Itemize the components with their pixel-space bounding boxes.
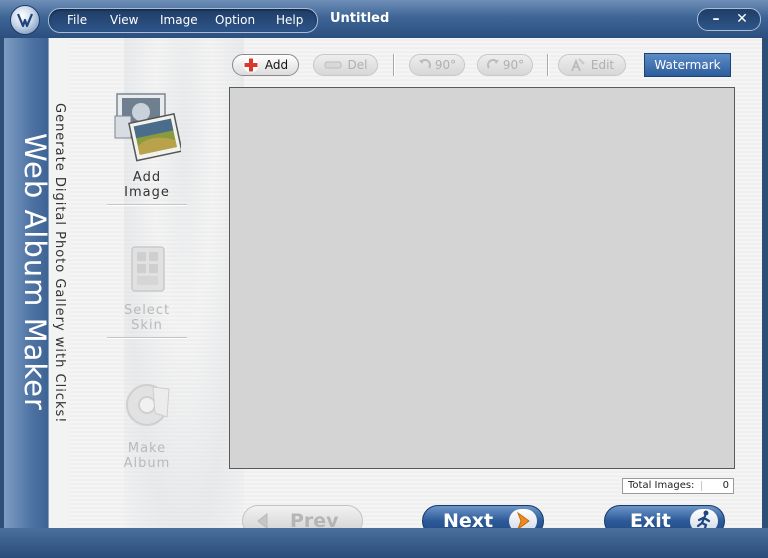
menu-option[interactable]: Option bbox=[215, 13, 255, 27]
divider bbox=[107, 337, 187, 339]
window-controls: – ✕ bbox=[697, 8, 761, 31]
album-icon bbox=[126, 384, 170, 426]
title-bar: File View Image Option Help Untitled – ✕ bbox=[0, 0, 768, 38]
side-banner: Web Album Maker bbox=[4, 38, 52, 528]
make-album-label: Make Album bbox=[123, 441, 171, 471]
menu-view[interactable]: View bbox=[110, 13, 138, 27]
total-images-value: 0 bbox=[722, 480, 729, 491]
main-content: Add Image Select Skin Make Album Add Del… bbox=[69, 38, 762, 537]
menu-bar: File View Image Option Help bbox=[48, 8, 318, 33]
minus-icon bbox=[324, 61, 342, 69]
edit-button[interactable]: Edit bbox=[558, 54, 626, 76]
rotate-right-button[interactable]: 90° bbox=[477, 54, 533, 76]
total-images-box: Total Images: 0 bbox=[622, 478, 734, 494]
add-image-label: Add Image bbox=[124, 170, 170, 200]
edit-icon bbox=[571, 58, 585, 72]
app-tagline: Generate Digital Photo Gallery with Clic… bbox=[52, 103, 67, 424]
rotate-right-label: 90° bbox=[502, 58, 525, 72]
make-album-tool[interactable]: Make Album bbox=[105, 377, 189, 471]
toolbar-separator bbox=[393, 54, 395, 76]
add-button[interactable]: Add bbox=[232, 54, 299, 76]
app-name: Web Album Maker bbox=[18, 133, 52, 411]
edit-label: Edit bbox=[590, 58, 615, 72]
rotate-left-icon bbox=[418, 59, 431, 69]
menu-help[interactable]: Help bbox=[276, 13, 303, 27]
menu-image[interactable]: Image bbox=[160, 13, 198, 27]
divider bbox=[701, 481, 702, 491]
rotate-left-label: 90° bbox=[434, 58, 457, 72]
select-skin-label: Select Skin bbox=[123, 303, 171, 333]
image-preview-area[interactable] bbox=[229, 87, 735, 469]
total-images-label: Total Images: bbox=[628, 480, 695, 491]
del-label: Del bbox=[347, 58, 368, 72]
toolbar-separator bbox=[547, 54, 549, 76]
minimize-button[interactable]: – bbox=[704, 10, 728, 28]
menu-file[interactable]: File bbox=[67, 13, 87, 27]
close-button[interactable]: ✕ bbox=[730, 10, 754, 28]
skin-icon bbox=[131, 246, 165, 292]
rotate-left-button[interactable]: 90° bbox=[409, 54, 465, 76]
window-title: Untitled bbox=[330, 11, 390, 26]
divider bbox=[107, 204, 187, 206]
app-logo-icon[interactable] bbox=[10, 5, 40, 35]
add-image-tool[interactable]: Add Image bbox=[105, 92, 189, 206]
add-label: Add bbox=[264, 58, 289, 72]
photo-stack-icon bbox=[114, 93, 183, 162]
plus-icon bbox=[243, 57, 259, 73]
bottom-bar bbox=[0, 528, 768, 558]
rotate-right-icon bbox=[486, 59, 499, 69]
select-skin-tool[interactable]: Select Skin bbox=[105, 241, 189, 339]
app-window: File View Image Option Help Untitled – ✕… bbox=[0, 0, 768, 558]
delete-button[interactable]: Del bbox=[313, 54, 378, 76]
watermark-button[interactable]: Watermark bbox=[644, 53, 731, 77]
